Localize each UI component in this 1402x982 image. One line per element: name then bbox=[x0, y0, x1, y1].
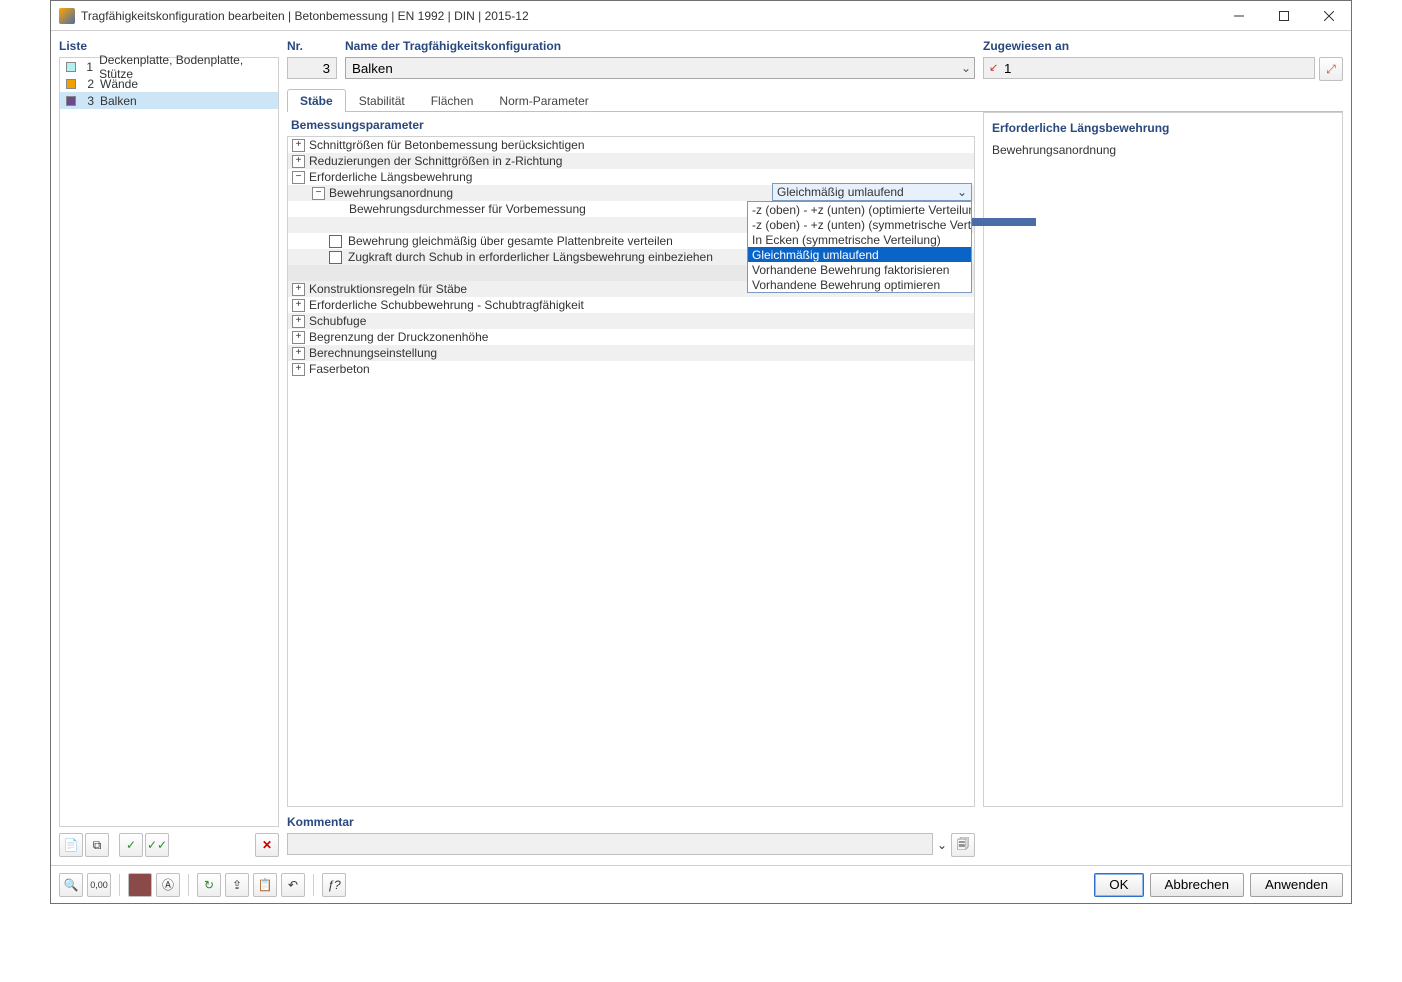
export-icon[interactable]: ⇪ bbox=[225, 873, 249, 897]
check-all-icon[interactable]: ✓ bbox=[119, 833, 143, 857]
comment-dropdown-icon[interactable]: ⌄ bbox=[937, 838, 947, 852]
info-panel: Erforderliche Längsbewehrung Bewehrungsa… bbox=[983, 112, 1343, 807]
tree-row[interactable]: + Schubfuge bbox=[288, 313, 974, 329]
tree-label: Begrenzung der Druckzonenhöhe bbox=[309, 330, 488, 344]
dropdown-option[interactable]: Vorhandene Bewehrung optimieren bbox=[748, 277, 971, 292]
expand-icon[interactable]: + bbox=[292, 155, 305, 168]
tree-label: Schubfuge bbox=[309, 314, 366, 328]
assigned-input[interactable] bbox=[983, 57, 1315, 79]
nr-label: Nr. bbox=[287, 39, 337, 53]
info-text: Bewehrungsanordnung bbox=[992, 143, 1334, 157]
list-item-label: Wände bbox=[100, 77, 138, 91]
comment-label: Kommentar bbox=[287, 815, 975, 829]
expand-icon[interactable]: − bbox=[312, 187, 325, 200]
comment-input[interactable] bbox=[287, 833, 933, 855]
function-icon[interactable]: ƒ? bbox=[322, 873, 346, 897]
cancel-button[interactable]: Abbrechen bbox=[1150, 873, 1244, 897]
chevron-down-icon: ⌄ bbox=[957, 185, 967, 199]
assigned-label: Zugewiesen an bbox=[983, 39, 1343, 53]
tab-norm-parameter[interactable]: Norm-Parameter bbox=[486, 89, 601, 112]
app-icon bbox=[59, 8, 75, 24]
search-icon[interactable]: 🔍 bbox=[59, 873, 83, 897]
titlebar: Tragfähigkeitskonfiguration bearbeiten |… bbox=[51, 1, 1351, 31]
tab-flächen[interactable]: Flächen bbox=[418, 89, 487, 112]
tree-label: Konstruktionsregeln für Stäbe bbox=[309, 282, 467, 296]
reinf-arrangement-combo[interactable]: Gleichmäßig umlaufend ⌄ bbox=[772, 183, 972, 201]
minimize-button[interactable] bbox=[1216, 1, 1261, 30]
new-icon[interactable]: 📄 bbox=[59, 833, 83, 857]
member-icon: ↙ bbox=[989, 61, 998, 74]
color-swatch bbox=[66, 62, 76, 72]
dropdown-option[interactable]: -z (oben) - +z (unten) (symmetrische Ver… bbox=[748, 217, 971, 232]
delete-icon[interactable]: ✕ bbox=[255, 833, 279, 857]
copy-icon[interactable]: ⧉ bbox=[85, 833, 109, 857]
tree-row[interactable]: + Schnittgrößen für Betonbemessung berück… bbox=[288, 137, 974, 153]
undo-icon[interactable]: ↶ bbox=[281, 873, 305, 897]
info-header: Erforderliche Längsbewehrung bbox=[992, 121, 1334, 135]
tree-row[interactable]: + Berechnungseinstellung bbox=[288, 345, 974, 361]
params-tree: + Schnittgrößen für Betonbemessung berück… bbox=[287, 136, 975, 807]
tree-label: Berechnungseinstellung bbox=[309, 346, 437, 360]
dropdown-option[interactable]: In Ecken (symmetrische Verteilung) bbox=[748, 232, 971, 247]
name-input[interactable] bbox=[345, 57, 975, 79]
list-item[interactable]: 1Deckenplatte, Bodenplatte, Stütze bbox=[60, 58, 278, 75]
expand-icon[interactable]: + bbox=[292, 347, 305, 360]
tree-label: Erforderliche Längsbewehrung bbox=[309, 170, 472, 184]
tree-row[interactable]: + Erforderliche Schubbewehrung - Schubtra… bbox=[288, 297, 974, 313]
checkbox[interactable] bbox=[329, 235, 342, 248]
dropdown-option[interactable]: -z (oben) - +z (unten) (optimierte Verte… bbox=[748, 202, 971, 217]
apply-button[interactable]: Anwenden bbox=[1250, 873, 1343, 897]
tree-label: Faserbeton bbox=[309, 362, 370, 376]
tree-label: Bewehrungsanordnung bbox=[329, 186, 453, 200]
clipboard-icon[interactable]: 📋 bbox=[253, 873, 277, 897]
color-swatch bbox=[66, 79, 76, 89]
tree-label: Zugkraft durch Schub in erforderlicher L… bbox=[348, 250, 713, 264]
combo-value: Gleichmäßig umlaufend bbox=[777, 185, 904, 199]
params-header: Bemessungsparameter bbox=[287, 112, 975, 136]
expand-icon[interactable]: + bbox=[292, 363, 305, 376]
pick-assigned-icon[interactable]: ⤢ bbox=[1319, 57, 1343, 81]
expand-icon[interactable]: + bbox=[292, 283, 305, 296]
close-button[interactable] bbox=[1306, 1, 1351, 30]
tree-row[interactable]: + Reduzierungen der Schnittgrößen in z-Ri… bbox=[288, 153, 974, 169]
color-swatch bbox=[66, 96, 76, 106]
nr-input[interactable] bbox=[287, 57, 337, 79]
comment-library-icon[interactable]: 🗐 bbox=[951, 833, 975, 857]
tree-row[interactable]: + Begrenzung der Druckzonenhöhe bbox=[288, 329, 974, 345]
list-item-label: Balken bbox=[100, 94, 137, 108]
refresh-icon[interactable]: ↻ bbox=[197, 873, 221, 897]
checkbox[interactable] bbox=[329, 251, 342, 264]
name-dropdown-icon[interactable]: ⌄ bbox=[961, 61, 971, 75]
tree-label: Reduzierungen der Schnittgrößen in z-Ric… bbox=[309, 154, 562, 168]
reinf-arrangement-dropdown[interactable]: -z (oben) - +z (unten) (optimierte Verte… bbox=[747, 201, 972, 293]
tree-row[interactable]: + Faserbeton bbox=[288, 361, 974, 377]
window-title: Tragfähigkeitskonfiguration bearbeiten |… bbox=[81, 9, 1216, 23]
check-used-icon[interactable]: ✓✓ bbox=[145, 833, 169, 857]
expand-icon[interactable]: + bbox=[292, 331, 305, 344]
tree-label: Bewehrung gleichmäßig über gesamte Platt… bbox=[348, 234, 673, 248]
dropdown-option[interactable]: Gleichmäßig umlaufend bbox=[748, 247, 971, 262]
dropdown-option[interactable]: Vorhandene Bewehrung faktorisieren bbox=[748, 262, 971, 277]
assign-icon[interactable]: Ⓐ bbox=[156, 873, 180, 897]
tree-label: Schnittgrößen für Betonbemessung berücks… bbox=[309, 138, 585, 152]
tab-stabilität[interactable]: Stabilität bbox=[346, 89, 418, 112]
units-icon[interactable]: 0,00 bbox=[87, 873, 111, 897]
config-list: 1Deckenplatte, Bodenplatte, Stütze2Wände… bbox=[59, 57, 279, 827]
list-item[interactable]: 3Balken bbox=[60, 92, 278, 109]
ok-button[interactable]: OK bbox=[1094, 873, 1143, 897]
color-icon[interactable] bbox=[128, 873, 152, 897]
expand-icon[interactable]: − bbox=[292, 171, 305, 184]
expand-icon[interactable]: + bbox=[292, 139, 305, 152]
name-label: Name der Tragfähigkeitskonfiguration bbox=[345, 39, 975, 53]
tab-bar: StäbeStabilitätFlächenNorm-Parameter bbox=[287, 89, 1343, 112]
tab-stäbe[interactable]: Stäbe bbox=[287, 89, 346, 112]
maximize-button[interactable] bbox=[1261, 1, 1306, 30]
list-header: Liste bbox=[59, 39, 279, 53]
tree-label: Bewehrungsdurchmesser für Vorbemessung bbox=[349, 202, 586, 216]
expand-icon[interactable]: + bbox=[292, 315, 305, 328]
expand-icon[interactable]: + bbox=[292, 299, 305, 312]
tree-label: Erforderliche Schubbewehrung - Schubtrag… bbox=[309, 298, 584, 312]
